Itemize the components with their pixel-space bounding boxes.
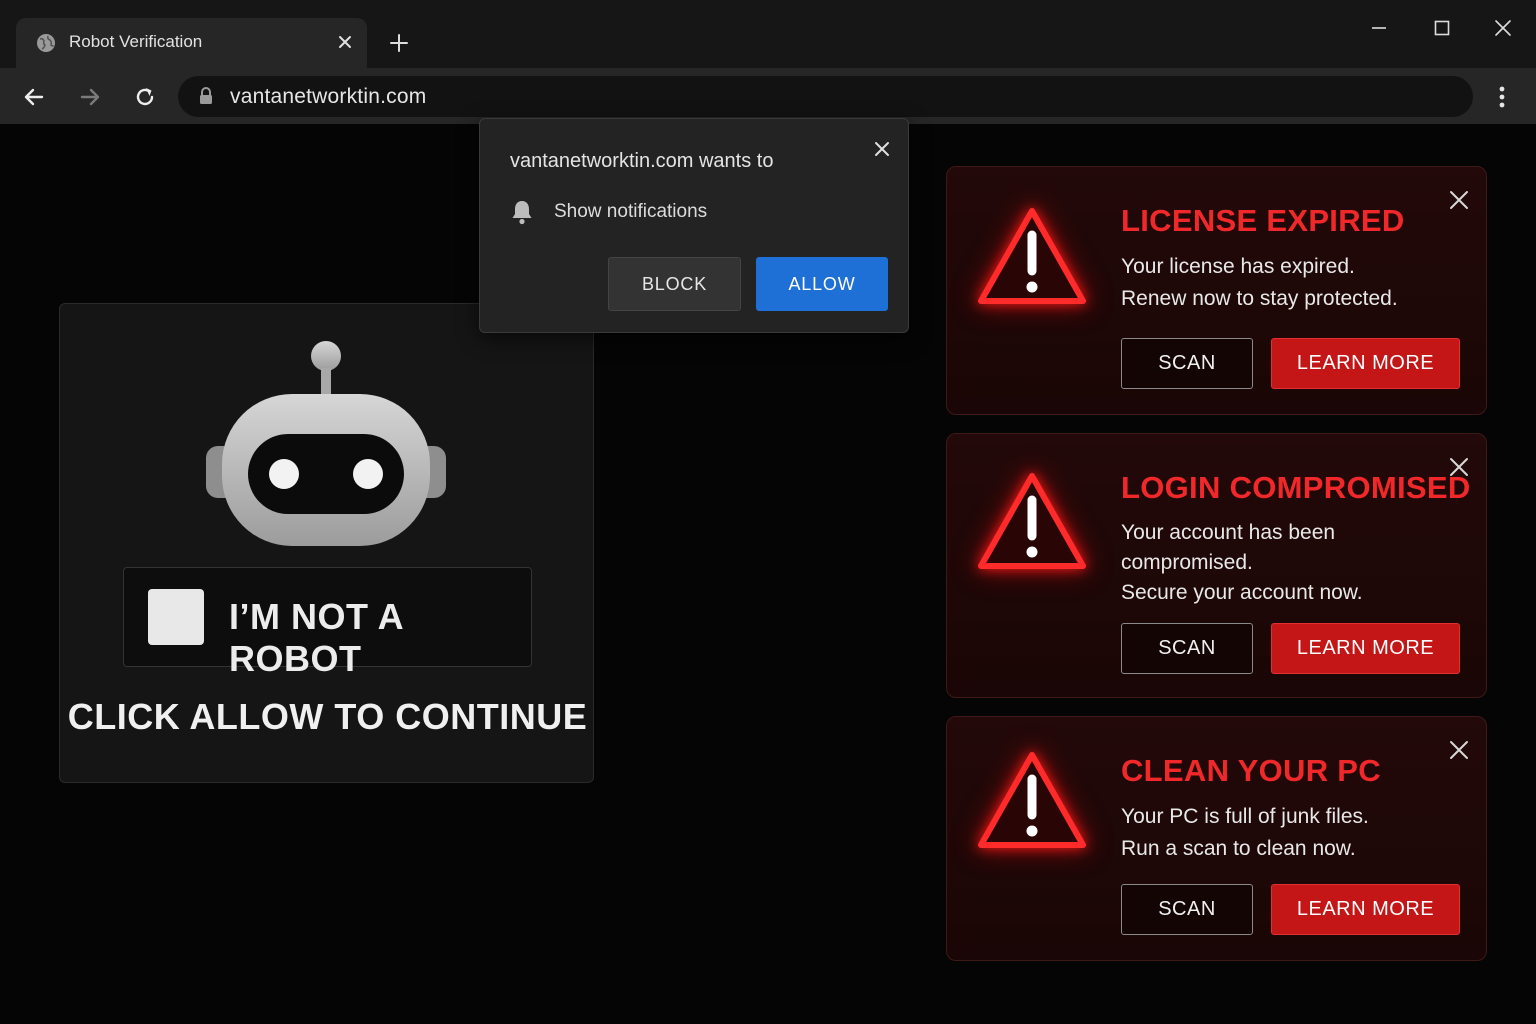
tab-strip: Robot Verification <box>0 0 1536 68</box>
close-icon[interactable] <box>1448 739 1470 761</box>
not-a-robot-checkbox[interactable]: I’M NOT A ROBOT <box>123 567 532 679</box>
warning-triangle-icon <box>978 473 1086 569</box>
alert-message: Your account has been compromised. Secur… <box>1121 518 1363 608</box>
alert-title: CLEAN YOUR PC <box>1121 753 1381 788</box>
alert-line: compromised. <box>1121 551 1253 574</box>
captcha-instruction: CLICK ALLOW TO CONTINUE <box>67 696 588 737</box>
alert-line: Renew now to stay protected. <box>1121 287 1398 310</box>
back-arrow-icon[interactable] <box>21 84 47 110</box>
robot-verification-panel: I’M NOT A ROBOT CLICK ALLOW TO CONTINUE <box>59 303 594 783</box>
bell-icon <box>512 201 532 225</box>
scan-button[interactable]: SCAN <box>1121 338 1253 389</box>
forward-arrow-icon[interactable] <box>77 84 103 110</box>
close-icon[interactable] <box>1448 189 1470 211</box>
alert-clean-your-pc: CLEAN YOUR PC Your PC is full of junk fi… <box>946 716 1487 961</box>
warning-triangle-icon <box>978 752 1086 848</box>
block-button[interactable]: BLOCK <box>608 257 741 311</box>
permission-heading: vantanetworktin.com wants to <box>510 150 774 172</box>
reload-icon[interactable] <box>132 84 158 110</box>
alert-license-expired: LICENSE EXPIRED Your license has expired… <box>946 166 1487 415</box>
alert-line: Your PC is full of junk files. <box>1121 805 1369 828</box>
alert-message: Your license has expired. Renew now to s… <box>1121 251 1398 315</box>
close-window-icon[interactable] <box>1491 16 1515 40</box>
scan-button[interactable]: SCAN <box>1121 623 1253 674</box>
close-icon[interactable] <box>335 32 355 52</box>
lock-icon[interactable] <box>198 87 214 105</box>
learn-more-button[interactable]: LEARN MORE <box>1271 623 1460 674</box>
scan-button[interactable]: SCAN <box>1121 884 1253 935</box>
learn-more-button[interactable]: LEARN MORE <box>1271 338 1460 389</box>
checkbox-label[interactable]: I’M NOT A ROBOT <box>229 596 531 680</box>
permission-type: Show notifications <box>554 201 708 222</box>
learn-more-button[interactable]: LEARN MORE <box>1271 884 1460 935</box>
minimize-icon[interactable] <box>1367 16 1391 40</box>
notification-permission-prompt: vantanetworktin.com wants to Show notifi… <box>479 118 909 333</box>
plus-icon[interactable] <box>387 31 411 55</box>
maximize-icon[interactable] <box>1430 16 1454 40</box>
globe-icon <box>37 34 55 52</box>
warning-triangle-icon <box>978 208 1086 304</box>
allow-button[interactable]: ALLOW <box>756 257 888 311</box>
alert-line: Your account has been <box>1121 521 1336 544</box>
alert-title: LOGIN COMPROMISED <box>1121 470 1471 505</box>
close-icon[interactable] <box>872 139 892 159</box>
address-bar[interactable]: vantanetworktin.com <box>178 76 1473 117</box>
url-text[interactable]: vantanetworktin.com <box>230 85 426 109</box>
alert-line: Run a scan to clean now. <box>1121 837 1356 860</box>
navigation-bar: vantanetworktin.com <box>0 68 1536 124</box>
alert-line: Secure your account now. <box>1121 581 1363 604</box>
alert-message: Your PC is full of junk files. Run a sca… <box>1121 801 1369 865</box>
tab-title: Robot Verification <box>69 32 203 51</box>
checkbox[interactable] <box>148 589 204 645</box>
alert-login-compromised: LOGIN COMPROMISED Your account has been … <box>946 433 1487 698</box>
robot-icon <box>206 341 446 546</box>
browser-tab[interactable]: Robot Verification <box>16 18 367 68</box>
kebab-menu-icon[interactable] <box>1490 84 1514 110</box>
alert-line: Your license has expired. <box>1121 255 1355 278</box>
alert-title: LICENSE EXPIRED <box>1121 203 1405 238</box>
